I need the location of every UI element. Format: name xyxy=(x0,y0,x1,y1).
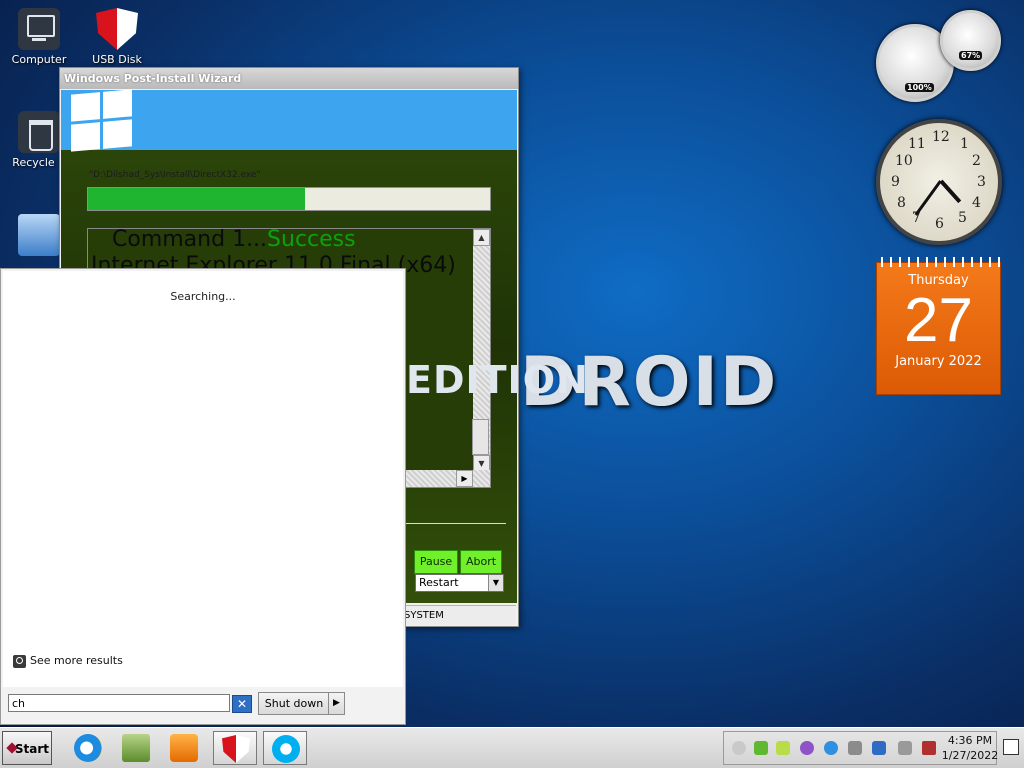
log-line: Command 1...Success xyxy=(112,228,356,252)
tray-network-icon[interactable] xyxy=(872,741,886,755)
tray-device-icon[interactable] xyxy=(848,741,862,755)
memory-meter-value: 67% xyxy=(959,51,983,60)
chevron-down-icon[interactable]: ▼ xyxy=(488,575,503,591)
tray-sync-icon[interactable] xyxy=(800,741,814,755)
clock-number: 10 xyxy=(895,153,913,169)
log-vertical-scrollbar[interactable]: ▲ ▼ xyxy=(472,229,490,472)
media-player-icon xyxy=(170,734,198,762)
after-install-action-select[interactable]: Restart ▼ xyxy=(415,574,504,592)
tray-volume-muted-icon[interactable] xyxy=(922,741,936,755)
tray-torrent-icon[interactable] xyxy=(754,741,768,755)
start-button[interactable]: Start xyxy=(2,731,52,765)
shield-icon xyxy=(96,8,138,50)
start-label: Start xyxy=(14,742,49,756)
internet-explorer-icon xyxy=(74,734,102,762)
current-install-path: "D:\Dilshad_Sys\Install\DirectX32.exe" xyxy=(89,170,261,180)
scroll-up-icon[interactable]: ▲ xyxy=(473,229,490,246)
status-text: SYSTEM xyxy=(404,610,444,621)
shutdown-options-button[interactable]: ▶ xyxy=(328,692,345,715)
tray-info-icon[interactable] xyxy=(824,741,838,755)
see-more-results-link[interactable]: See more results xyxy=(13,654,123,668)
shield-app-icon xyxy=(222,735,250,763)
clock-number: 11 xyxy=(908,136,926,152)
clock-number: 1 xyxy=(960,136,969,152)
search-results-pane: Searching... See more results xyxy=(3,271,403,687)
taskbar-skype[interactable] xyxy=(263,731,307,765)
clock-number: 9 xyxy=(891,174,900,190)
clock-hour-hand xyxy=(939,179,962,204)
taskbar-internet-explorer[interactable] xyxy=(66,731,110,765)
calendar-day-number: 27 xyxy=(904,286,973,355)
see-more-label: See more results xyxy=(30,654,123,667)
clock-number: 4 xyxy=(972,195,981,211)
memory-meter-gadget[interactable]: 67% xyxy=(940,10,1001,71)
tray-printer-icon[interactable] xyxy=(898,741,912,755)
desktop-icon-usb-disk[interactable]: USB Disk xyxy=(78,8,156,66)
recycle-bin-icon xyxy=(18,111,60,153)
log-command-text: Command 1... xyxy=(112,228,268,252)
start-search-input[interactable]: ch xyxy=(8,694,230,712)
desktop-icon-label: Computer xyxy=(11,53,67,66)
select-value: Restart xyxy=(419,576,459,589)
wizard-divider xyxy=(406,523,506,524)
search-icon xyxy=(13,654,26,668)
searching-status: Searching... xyxy=(170,290,236,303)
clock-number: 5 xyxy=(958,210,967,226)
clock-number: 2 xyxy=(972,153,981,169)
log-status-text: Success xyxy=(267,228,356,252)
clock-date: 1/27/2022 xyxy=(941,749,999,762)
taskbar-media-player[interactable] xyxy=(162,731,206,765)
taskbar-file-explorer[interactable] xyxy=(114,731,158,765)
wizard-banner xyxy=(61,89,517,152)
calendar-gadget[interactable]: Thursday 27 January 2022 xyxy=(876,257,1001,395)
start-menu[interactable]: Searching... See more results ch ✕ Shut … xyxy=(0,268,406,725)
install-progress-fill xyxy=(88,188,306,210)
file-explorer-icon xyxy=(122,734,150,762)
tray-minus-icon[interactable] xyxy=(732,741,746,755)
clear-search-button[interactable]: ✕ xyxy=(232,695,252,713)
shutdown-button[interactable]: Shut down xyxy=(258,692,330,715)
cpu-meter-value: 100% xyxy=(905,83,934,92)
scroll-thumb[interactable] xyxy=(472,419,489,455)
computer-icon xyxy=(18,8,60,50)
clock-number: 6 xyxy=(935,216,944,232)
clock-gadget[interactable]: 12 1 2 3 4 5 6 7 8 9 10 11 xyxy=(876,119,1002,245)
computer-search-icon xyxy=(18,214,60,256)
windows-logo-icon xyxy=(71,89,132,152)
abort-button[interactable]: Abort xyxy=(460,550,502,574)
clock-minute-hand xyxy=(914,180,942,216)
install-progress-bar xyxy=(87,187,491,211)
desktop-icon-label: USB Disk xyxy=(92,53,142,66)
wizard-title-bar[interactable]: Windows Post-Install Wizard xyxy=(60,68,518,89)
clock-time: 4:36 PM xyxy=(947,734,993,747)
clock-number: 8 xyxy=(897,195,906,211)
taskbar-shield-app[interactable] xyxy=(213,731,257,765)
scroll-right-icon[interactable]: ▶ xyxy=(456,470,473,487)
show-desktop-button[interactable] xyxy=(1003,739,1019,755)
taskbar: Start 4:36 PM 1/27/2022 xyxy=(0,727,1024,768)
clock-number: 3 xyxy=(977,174,986,190)
calendar-month-year: January 2022 xyxy=(895,354,982,369)
clock-number: 12 xyxy=(932,129,950,145)
desktop-icon-computer[interactable]: Computer xyxy=(0,8,78,66)
pause-button[interactable]: Pause xyxy=(414,550,458,574)
skype-icon xyxy=(272,735,300,763)
taskbar-clock[interactable]: 4:36 PM 1/27/2022 xyxy=(940,733,1000,763)
calendar-rings xyxy=(877,257,1000,267)
edition-logo-text: EDITION xyxy=(406,358,589,402)
tray-chat-icon[interactable] xyxy=(776,741,790,755)
